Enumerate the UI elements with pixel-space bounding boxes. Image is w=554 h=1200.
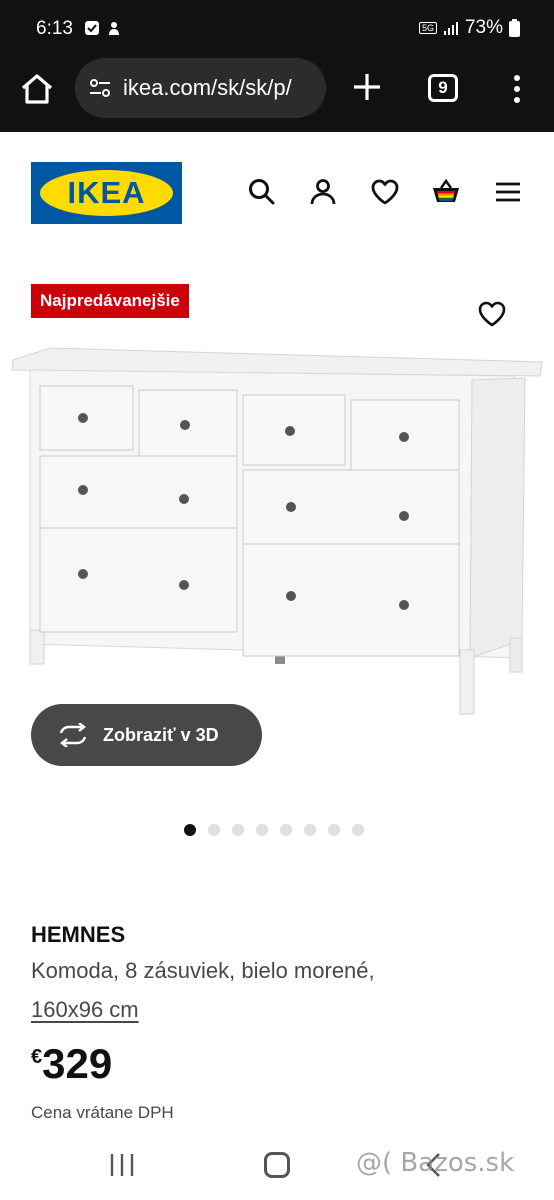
battery-icon <box>509 19 520 37</box>
product-size-link[interactable]: 160x96 cm <box>31 997 139 1023</box>
app-notification-icon <box>109 22 119 35</box>
product-description: Komoda, 8 zásuviek, bielo morené, <box>31 958 375 983</box>
url-toolbar: ikea.com/sk/sk/p/ 9 <box>0 58 554 120</box>
bestseller-badge: Najpredávanejšie <box>31 284 189 318</box>
product-image[interactable] <box>10 340 544 720</box>
product-name: HEMNES <box>31 922 126 947</box>
watermark: @( Bazos.sk <box>356 1148 515 1178</box>
carousel-dot[interactable] <box>328 824 340 836</box>
price-currency: € <box>31 1046 43 1068</box>
new-tab-icon[interactable] <box>350 70 384 104</box>
status-time: 6:13 <box>36 18 73 39</box>
favorites-icon[interactable] <box>369 176 401 208</box>
view-in-3d-label: Zobraziť v 3D <box>103 724 219 745</box>
ikea-logo[interactable]: IKEA <box>31 162 182 224</box>
checkbox-notification-icon <box>85 21 99 35</box>
cart-icon[interactable] <box>430 176 462 208</box>
carousel-dot[interactable] <box>208 824 220 836</box>
more-options-icon[interactable] <box>505 72 529 106</box>
hamburger-menu-icon[interactable] <box>492 176 524 208</box>
carousel-dot[interactable] <box>352 824 364 836</box>
carousel-dot[interactable] <box>232 824 244 836</box>
vat-note: Cena vrátane DPH <box>31 1103 174 1122</box>
tab-switcher-button[interactable]: 9 <box>428 74 458 102</box>
add-to-favorites-icon[interactable] <box>475 298 509 330</box>
signal-icon <box>443 22 458 35</box>
status-right: 5G 73% <box>418 17 520 39</box>
rotate-3d-icon <box>59 723 87 747</box>
address-bar[interactable]: ikea.com/sk/sk/p/ <box>75 58 326 118</box>
price-amount: 329 <box>42 1040 113 1087</box>
status-bar: 6:13 5G 73% <box>0 0 554 58</box>
account-icon[interactable] <box>307 176 339 208</box>
site-settings-icon[interactable] <box>87 75 113 101</box>
logo-text: IKEA <box>67 175 146 210</box>
product-price: € 329 <box>31 1040 112 1088</box>
carousel-dot[interactable] <box>280 824 292 836</box>
carousel-dot[interactable] <box>184 824 196 836</box>
view-in-3d-button[interactable]: Zobraziť v 3D <box>31 704 262 766</box>
browser-chrome: 6:13 5G 73% ikea.com/sk/sk/p/ 9 <box>0 0 554 132</box>
network-type: 5G <box>418 22 437 34</box>
carousel-dot[interactable] <box>304 824 316 836</box>
recent-apps-icon[interactable] <box>108 1152 136 1178</box>
address-text: ikea.com/sk/sk/p/ <box>123 75 292 100</box>
home-nav-icon[interactable] <box>264 1152 290 1178</box>
battery-percent: 73% <box>464 17 503 38</box>
search-icon[interactable] <box>246 176 278 208</box>
image-carousel-dots <box>184 824 364 836</box>
home-icon[interactable] <box>18 70 56 108</box>
carousel-dot[interactable] <box>256 824 268 836</box>
